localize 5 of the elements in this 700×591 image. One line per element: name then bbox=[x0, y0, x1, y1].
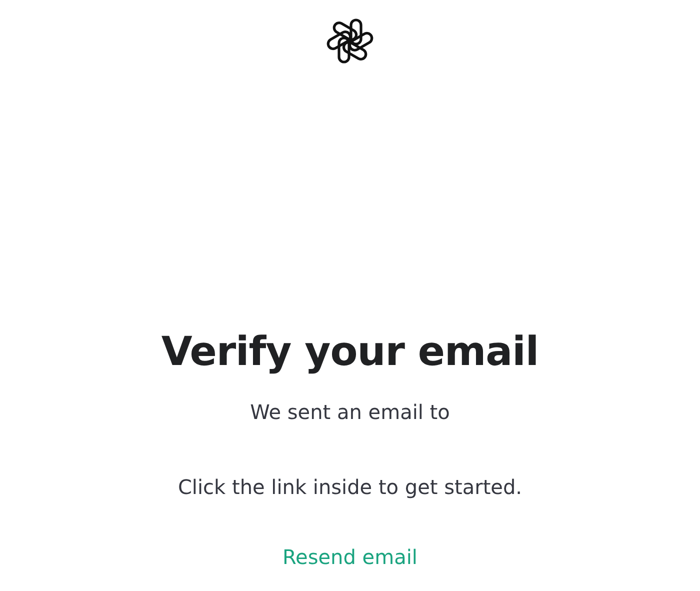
instruction-text: Click the link inside to get started. bbox=[178, 474, 522, 500]
sent-message: We sent an email to bbox=[250, 399, 450, 425]
knot-logo-icon bbox=[326, 17, 374, 65]
resend-email-link[interactable]: Resend email bbox=[282, 544, 418, 570]
page-heading: Verify your email bbox=[161, 328, 539, 377]
